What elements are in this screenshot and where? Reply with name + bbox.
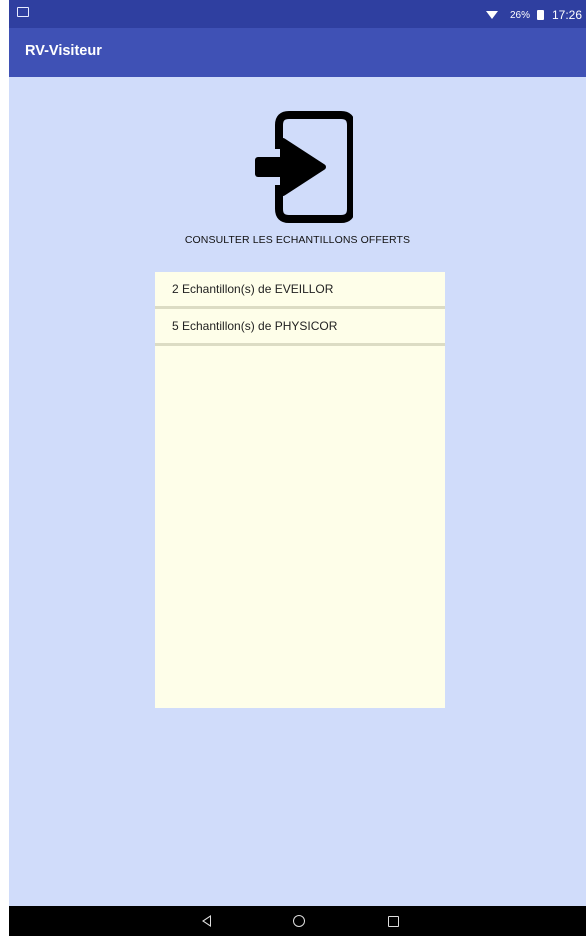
clock: 17:26: [551, 8, 582, 22]
battery-percentage: 26%: [509, 9, 530, 21]
status-right-group: 26% 17:26: [485, 8, 582, 22]
app-title: RV-Visiteur: [25, 43, 102, 59]
back-icon: [201, 915, 211, 927]
status-bar: 26% 17:26: [9, 0, 586, 28]
image-notification-icon: [17, 7, 29, 17]
samples-list: 2 Echantillon(s) de EVEILLOR 5 Echantill…: [155, 272, 445, 708]
home-button[interactable]: [291, 913, 307, 929]
main-content: CONSULTER LES ECHANTILLONS OFFERTS 2 Ech…: [9, 77, 586, 906]
battery-icon: [536, 10, 544, 20]
navigation-bar: [9, 906, 586, 936]
back-button[interactable]: [198, 913, 214, 929]
wifi-icon: [485, 11, 498, 19]
login-arrow-icon: [255, 111, 353, 223]
home-icon: [293, 915, 305, 927]
page-heading: CONSULTER LES ECHANTILLONS OFFERTS: [184, 234, 411, 246]
app-bar: RV-Visiteur: [9, 28, 586, 77]
recents-icon: [387, 915, 399, 927]
list-item[interactable]: 2 Echantillon(s) de EVEILLOR: [155, 272, 445, 309]
recents-button[interactable]: [385, 913, 401, 929]
list-item[interactable]: 5 Echantillon(s) de PHYSICOR: [155, 309, 445, 346]
